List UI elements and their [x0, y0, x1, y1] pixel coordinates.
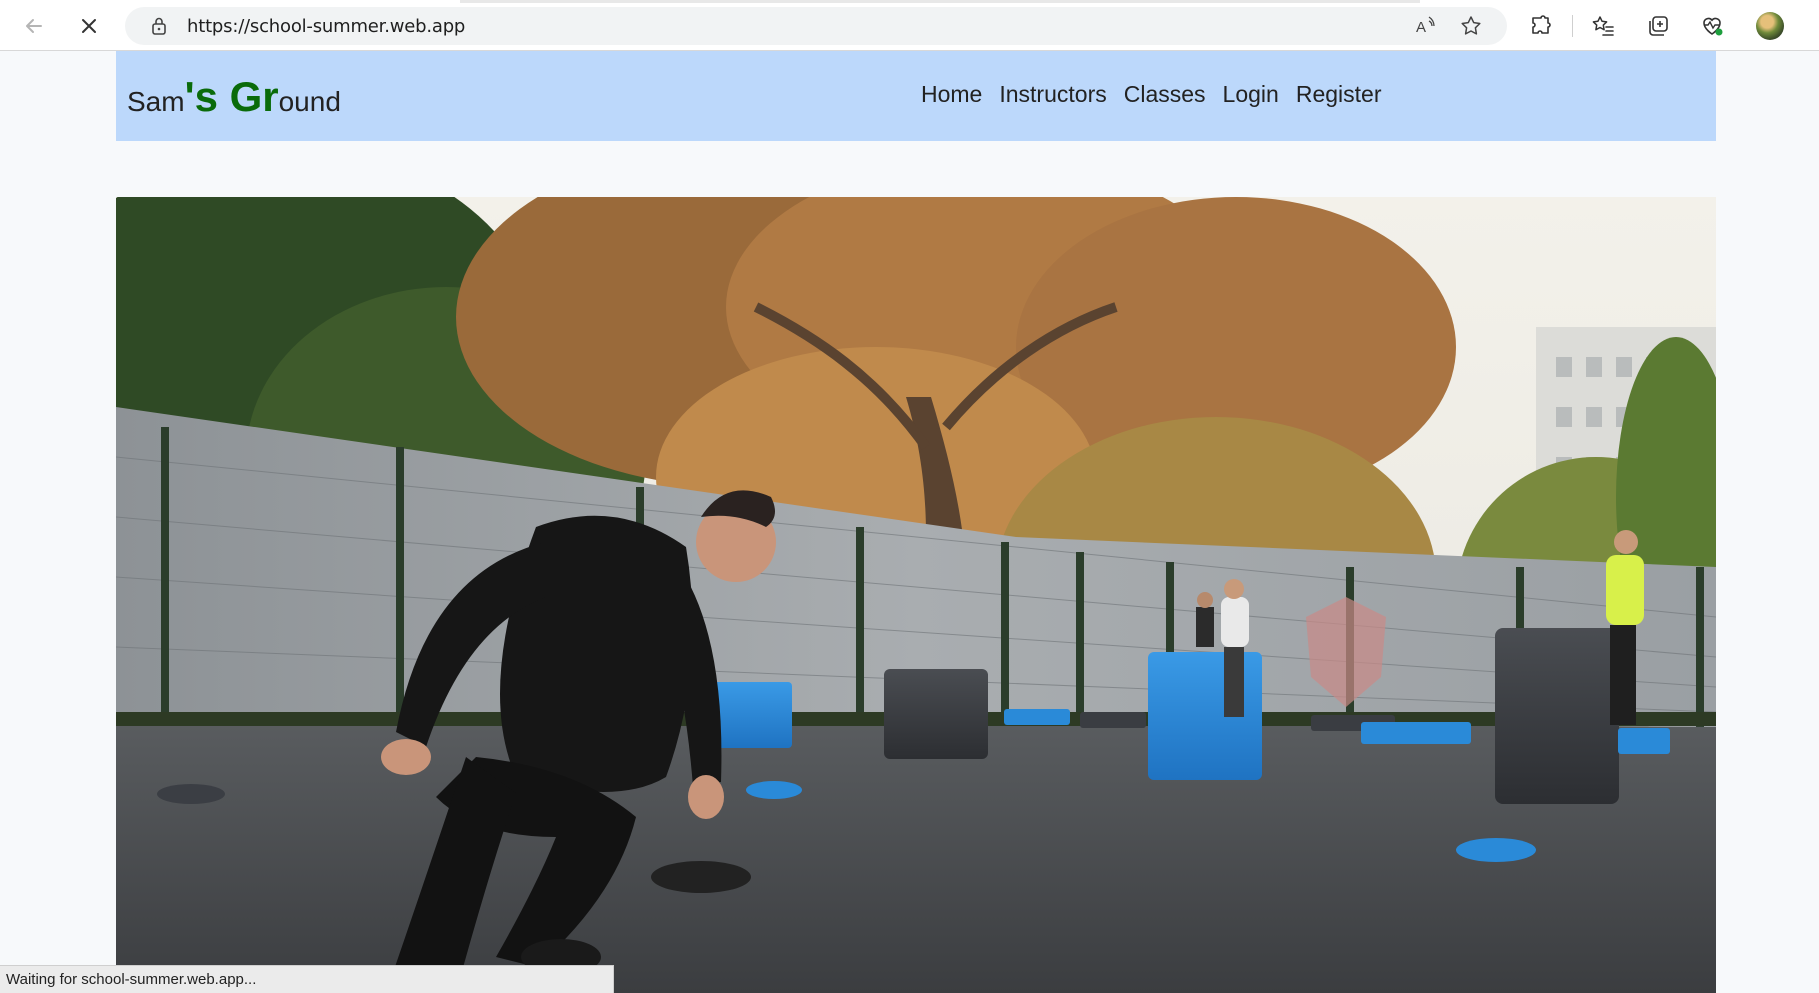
logo-part-sam: Sam: [127, 86, 185, 117]
logo-part-ound: ound: [278, 86, 341, 117]
browser-toolbar: https://school-summer.web.app A: [0, 0, 1819, 51]
nav-register[interactable]: Register: [1296, 81, 1382, 108]
logo-part-s-gr: 's Gr: [184, 73, 279, 120]
url-text[interactable]: https://school-summer.web.app: [187, 16, 465, 37]
nav-instructors[interactable]: Instructors: [999, 81, 1106, 108]
tab-strip-edge: [460, 0, 1420, 3]
main-nav: Home Instructors Classes Login Register: [921, 81, 1398, 108]
site-logo[interactable]: Sam's Ground: [127, 73, 341, 121]
nav-classes[interactable]: Classes: [1124, 81, 1206, 108]
address-bar[interactable]: https://school-summer.web.app A: [125, 7, 1507, 45]
nav-login[interactable]: Login: [1223, 81, 1279, 108]
site-header: Sam's Ground Home Instructors Classes Lo…: [116, 51, 1716, 141]
status-bar: Waiting for school-summer.web.app...: [0, 965, 614, 993]
extensions-icon[interactable]: [1528, 13, 1554, 39]
toolbar-divider: [1572, 15, 1573, 37]
collections-icon[interactable]: [1645, 13, 1671, 39]
back-arrow-icon[interactable]: [18, 10, 50, 42]
profile-avatar[interactable]: [1756, 12, 1784, 40]
favorite-star-icon[interactable]: [1459, 14, 1483, 38]
read-aloud-icon[interactable]: A: [1413, 14, 1437, 38]
browser-essentials-icon[interactable]: [1699, 13, 1725, 39]
stop-loading-icon[interactable]: [73, 10, 105, 42]
svg-text:A: A: [1416, 19, 1426, 36]
hero-image: [116, 197, 1716, 993]
page-viewport: Sam's Ground Home Instructors Classes Lo…: [0, 51, 1819, 993]
lock-icon[interactable]: [149, 16, 169, 36]
favorites-icon[interactable]: [1590, 13, 1616, 39]
nav-home[interactable]: Home: [921, 81, 982, 108]
